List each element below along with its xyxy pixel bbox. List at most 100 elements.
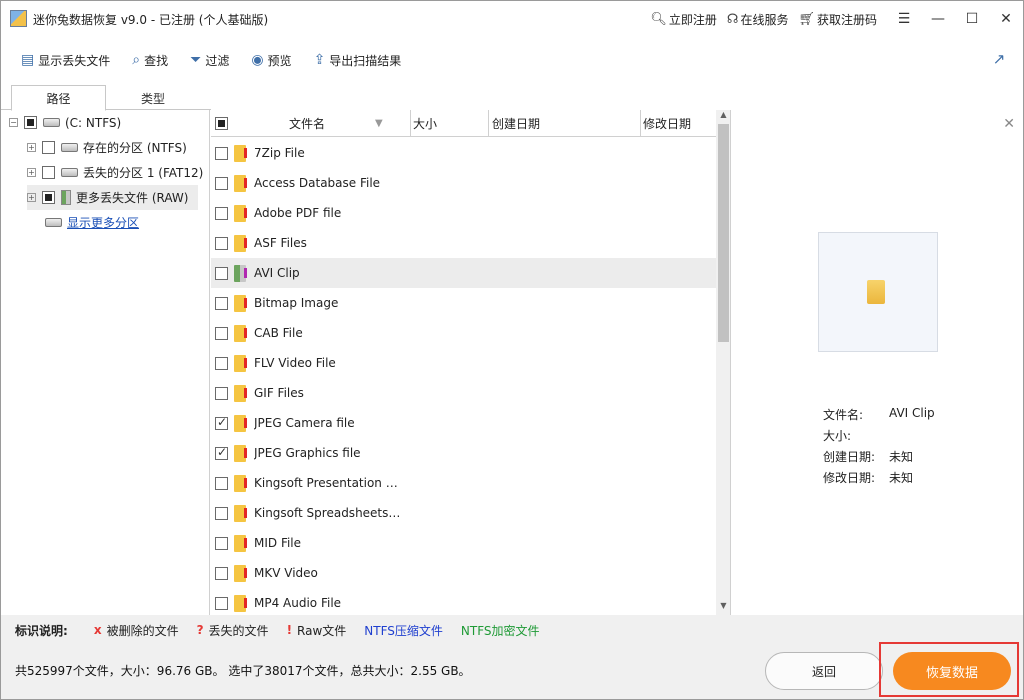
- tab-type[interactable]: 类型: [105, 85, 201, 111]
- tree-checkbox[interactable]: [42, 191, 55, 204]
- search-icon: ⌕: [132, 52, 141, 68]
- file-type-icon: [234, 174, 247, 192]
- export-scan-results-button[interactable]: ⇪ 导出扫描结果: [314, 41, 402, 79]
- row-checkbox[interactable]: [215, 146, 228, 160]
- row-checkbox[interactable]: [215, 506, 228, 520]
- file-type-icon: [234, 234, 247, 252]
- file-type-icon: [234, 204, 247, 222]
- menu-button[interactable]: ☰: [887, 1, 921, 37]
- close-preview-icon[interactable]: ✕: [1003, 116, 1015, 132]
- tree-item[interactable]: + 丢失的分区 1 (FAT12): [27, 160, 203, 185]
- table-row[interactable]: Bitmap Image: [211, 288, 716, 318]
- table-row[interactable]: Access Database File: [211, 168, 716, 198]
- table-row[interactable]: JPEG Graphics file: [211, 438, 716, 468]
- scan-summary: 共525997个文件，大小：96.76 GB。 选中了38017个文件，总共大小…: [15, 664, 471, 678]
- online-service-link[interactable]: ☊ 在线服务: [727, 11, 789, 28]
- maximize-button[interactable]: ☐: [955, 1, 989, 37]
- row-checkbox[interactable]: [215, 386, 228, 400]
- drive-icon: [61, 168, 78, 177]
- file-list-header: 文件名 ▼ 大小 创建日期 修改日期: [211, 110, 716, 137]
- select-all-checkbox[interactable]: [215, 117, 228, 130]
- tree-checkbox[interactable]: [42, 166, 55, 179]
- file-name: Kingsoft Presentation Do...: [254, 476, 404, 490]
- vertical-scrollbar[interactable]: ▲ ▼: [716, 110, 730, 615]
- row-checkbox[interactable]: [215, 176, 228, 190]
- legend-raw: ! Raw文件: [286, 623, 347, 638]
- file-type-icon: [234, 594, 247, 612]
- back-button[interactable]: 返回: [765, 652, 883, 690]
- minimize-button[interactable]: —: [921, 1, 955, 37]
- column-size[interactable]: 大小: [411, 110, 489, 137]
- row-checkbox[interactable]: [215, 536, 228, 550]
- table-row[interactable]: ASF Files: [211, 228, 716, 258]
- table-row[interactable]: Kingsoft Spreadsheets File: [211, 498, 716, 528]
- hamburger-icon: ☰: [897, 11, 911, 27]
- row-checkbox[interactable]: [215, 356, 228, 370]
- tree-checkbox[interactable]: [24, 116, 37, 129]
- partition-tree: − (C: NTFS) + 存在的分区 (NTFS) + 丢失的分区 1 (FA…: [1, 110, 210, 615]
- preview-file-name: 文件名: AVI Clip: [823, 406, 935, 422]
- show-lost-files-icon: ▤: [21, 52, 35, 68]
- file-type-icon: [234, 534, 247, 552]
- tree-root[interactable]: − (C: NTFS): [9, 110, 121, 135]
- table-row[interactable]: 7Zip File: [211, 138, 716, 168]
- show-more-partitions-link[interactable]: 显示更多分区: [67, 214, 139, 231]
- export-icon: ⇪: [313, 52, 326, 68]
- tab-path[interactable]: 路径: [11, 85, 106, 111]
- cart-icon: 🛒︎: [798, 11, 815, 27]
- get-code-link[interactable]: 🛒︎ 获取注册码: [798, 11, 877, 28]
- file-type-icon: [234, 444, 247, 462]
- row-checkbox[interactable]: [215, 296, 228, 310]
- expand-icon[interactable]: +: [27, 168, 36, 177]
- column-modified[interactable]: 修改日期: [641, 110, 716, 137]
- tree-item-selected[interactable]: + 更多丢失文件 (RAW): [27, 185, 199, 210]
- collapse-icon[interactable]: −: [9, 118, 18, 127]
- filter-button[interactable]: ⏷ 过滤: [190, 41, 229, 79]
- row-checkbox[interactable]: [215, 415, 228, 430]
- table-row[interactable]: MP4 Audio File: [211, 588, 716, 615]
- table-row[interactable]: MKV Video: [211, 558, 716, 588]
- tree-checkbox[interactable]: [42, 141, 55, 154]
- maximize-icon: ☐: [965, 11, 979, 27]
- preview-thumbnail: [818, 232, 938, 352]
- row-checkbox[interactable]: [215, 266, 228, 280]
- column-name[interactable]: 文件名 ▼: [211, 110, 411, 137]
- scroll-up-icon[interactable]: ▲: [716, 110, 730, 124]
- column-created[interactable]: 创建日期: [489, 110, 641, 137]
- table-row[interactable]: Adobe PDF file: [211, 198, 716, 228]
- find-button[interactable]: ⌕ 查找: [132, 41, 168, 79]
- show-more-partitions[interactable]: 显示更多分区: [45, 210, 139, 235]
- register-link[interactable]: 🔍︎ 立即注册: [650, 11, 717, 28]
- expand-icon[interactable]: +: [27, 143, 36, 152]
- row-checkbox[interactable]: [215, 326, 228, 340]
- scroll-thumb[interactable]: [718, 124, 729, 342]
- drive-icon: [45, 218, 62, 227]
- recover-data-button[interactable]: 恢复数据: [893, 652, 1011, 690]
- table-row[interactable]: AVI Clip: [211, 258, 716, 288]
- row-checkbox[interactable]: [215, 445, 228, 460]
- show-lost-files-button[interactable]: ▤ 显示丢失文件: [21, 41, 110, 79]
- row-checkbox[interactable]: [215, 236, 228, 250]
- view-tabs: 路径 类型: [1, 83, 211, 111]
- scroll-down-icon[interactable]: ▼: [716, 601, 730, 615]
- row-checkbox[interactable]: [215, 476, 228, 490]
- table-row[interactable]: CAB File: [211, 318, 716, 348]
- close-button[interactable]: ✕: [989, 1, 1023, 37]
- expand-icon[interactable]: +: [27, 193, 36, 202]
- search-icon: 🔍︎: [650, 11, 667, 27]
- file-type-icon: [234, 144, 247, 162]
- status-bar: 共525997个文件，大小：96.76 GB。 选中了38017个文件，总共大小…: [1, 642, 1023, 699]
- table-row[interactable]: GIF Files: [211, 378, 716, 408]
- row-checkbox[interactable]: [215, 566, 228, 580]
- row-checkbox[interactable]: [215, 206, 228, 220]
- table-row[interactable]: MID File: [211, 528, 716, 558]
- tree-item[interactable]: + 存在的分区 (NTFS): [27, 135, 187, 160]
- file-name: JPEG Graphics file: [254, 446, 361, 460]
- preview-button[interactable]: ◉ 预览: [251, 41, 291, 79]
- table-row[interactable]: Kingsoft Presentation Do...: [211, 468, 716, 498]
- file-type-icon: [234, 384, 247, 402]
- share-button[interactable]: ↗: [989, 49, 1009, 69]
- row-checkbox[interactable]: [215, 596, 228, 610]
- table-row[interactable]: JPEG Camera file: [211, 408, 716, 438]
- table-row[interactable]: FLV Video File: [211, 348, 716, 378]
